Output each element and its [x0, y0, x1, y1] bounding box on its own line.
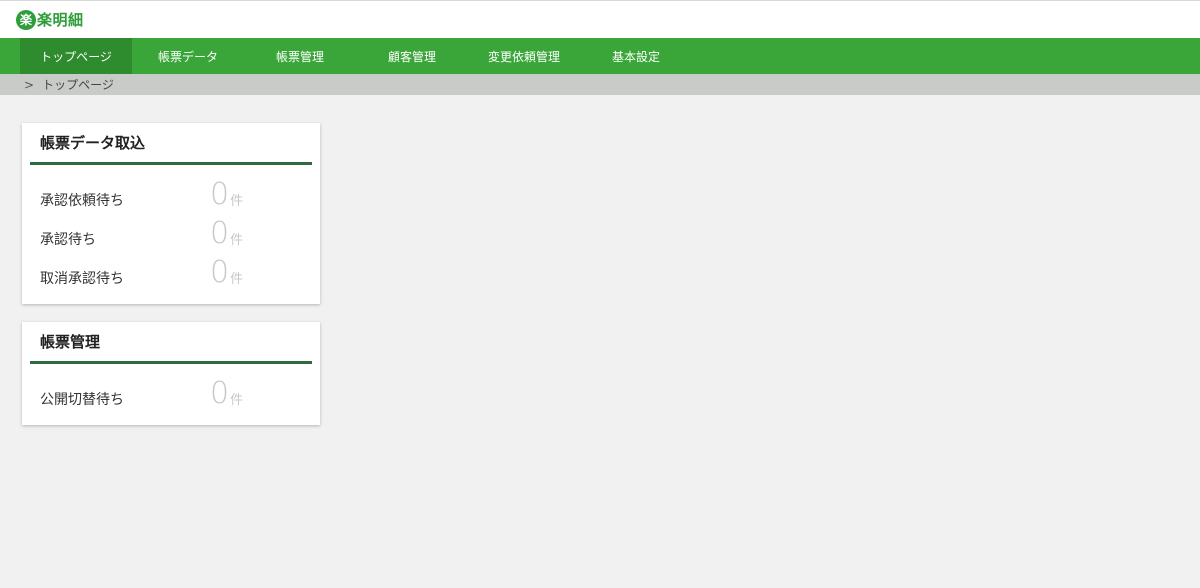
card-title: 帳票データ取込: [30, 123, 312, 165]
status-row-cancel-approval-pending[interactable]: 取消承認待ち 0 件: [30, 255, 312, 294]
count-unit: 件: [230, 272, 244, 287]
card-form-data-import: 帳票データ取込 承認依頼待ち 0 件 承認待ち 0 件 取消承認待ち 0 件: [22, 123, 320, 304]
nav-item-label: 変更依頼管理: [487, 49, 560, 64]
status-count: 0 件: [210, 379, 243, 409]
nav-item-label: 基本設定: [611, 49, 660, 64]
count-number: 0: [210, 177, 230, 212]
status-count: 0 件: [210, 180, 243, 210]
logo-text: 楽明細: [37, 11, 84, 29]
card-rows: 承認依頼待ち 0 件 承認待ち 0 件 取消承認待ち 0 件: [30, 165, 312, 294]
nav-item-label: 帳票管理: [275, 49, 324, 64]
count-unit: 件: [230, 194, 244, 209]
app-logo[interactable]: 楽 楽明細: [16, 9, 84, 30]
nav-item-change-request-management[interactable]: 変更依頼管理: [468, 38, 580, 74]
status-row-publish-switch-pending[interactable]: 公開切替待ち 0 件: [30, 376, 312, 415]
status-label: 公開切替待ち: [40, 392, 124, 408]
card-title: 帳票管理: [30, 322, 312, 364]
count-unit: 件: [230, 233, 244, 248]
nav-item-form-management[interactable]: 帳票管理: [244, 38, 356, 74]
status-label: 取消承認待ち: [40, 271, 124, 287]
nav-item-label: トップページ: [40, 49, 112, 64]
status-row-approval-request-pending[interactable]: 承認依頼待ち 0 件: [30, 177, 312, 216]
app-header: 楽 楽明細: [0, 0, 1200, 38]
count-unit: 件: [230, 393, 244, 408]
status-count: 0 件: [210, 258, 243, 288]
count-number: 0: [210, 216, 230, 251]
app-root: 楽 楽明細 トップページ 帳票データ 帳票管理 顧客管理 変更依頼管理 基本設定…: [0, 0, 1200, 588]
breadcrumb: > トップページ: [0, 74, 1200, 95]
nav-item-label: 顧客管理: [387, 49, 436, 64]
card-form-management: 帳票管理 公開切替待ち 0 件: [22, 322, 320, 425]
status-label: 承認依頼待ち: [40, 193, 124, 209]
status-label: 承認待ち: [40, 232, 96, 248]
nav-item-top-page[interactable]: トップページ: [20, 38, 132, 74]
nav-item-form-data[interactable]: 帳票データ: [132, 38, 244, 74]
card-rows: 公開切替待ち 0 件: [30, 364, 312, 415]
count-number: 0: [210, 376, 230, 411]
count-number: 0: [210, 255, 230, 290]
status-count: 0 件: [210, 219, 243, 249]
breadcrumb-separator-icon: >: [24, 77, 35, 92]
main-nav: トップページ 帳票データ 帳票管理 顧客管理 変更依頼管理 基本設定: [0, 38, 1200, 74]
logo-badge-icon: 楽: [16, 9, 36, 30]
breadcrumb-current: トップページ: [42, 78, 114, 92]
status-row-approval-pending[interactable]: 承認待ち 0 件: [30, 216, 312, 255]
main-content: 帳票データ取込 承認依頼待ち 0 件 承認待ち 0 件 取消承認待ち 0 件 帳…: [0, 95, 1200, 425]
nav-item-basic-settings[interactable]: 基本設定: [580, 38, 692, 74]
nav-item-label: 帳票データ: [157, 49, 218, 64]
nav-item-customer-management[interactable]: 顧客管理: [356, 38, 468, 74]
